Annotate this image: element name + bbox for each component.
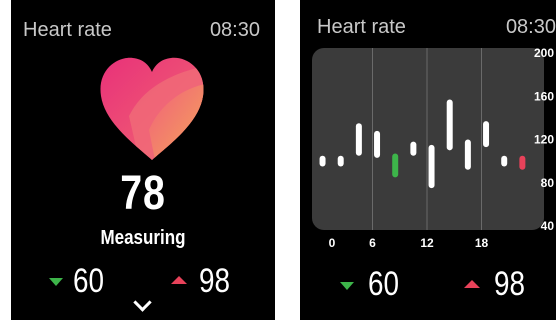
- range-bar: [446, 99, 453, 151]
- y-tick-label: 120: [534, 133, 554, 147]
- history-screen: Heart rate 08:30 200 160 120 80 40 0 6 12 18 60 …: [300, 0, 556, 320]
- y-tick-label: 200: [534, 46, 554, 60]
- range-bar: [374, 130, 381, 158]
- y-tick-label: 80: [541, 176, 555, 190]
- range-bar: [483, 121, 490, 148]
- heart-rate-value: 78: [120, 167, 166, 220]
- triangle-up-icon: [464, 280, 480, 288]
- heart-rate-chart: 200 160 120 80 40 0 6 12 18: [319, 46, 555, 250]
- range-bar: [501, 155, 508, 167]
- y-tick-label: 40: [541, 219, 555, 233]
- min-heart-rate: 60: [73, 262, 105, 300]
- clock-time: 08:30: [209, 19, 260, 41]
- min-heart-rate: 60: [368, 265, 400, 303]
- range-bar: [410, 141, 417, 156]
- y-tick-label: 160: [534, 89, 554, 103]
- triangle-down-icon: [340, 282, 354, 290]
- range-bar: [319, 155, 326, 167]
- measuring-status: Measuring: [100, 227, 186, 249]
- range-bar: [355, 123, 362, 156]
- range-bar: [464, 139, 471, 170]
- heart-icon: [100, 57, 204, 160]
- x-tick-label: 0: [329, 236, 336, 250]
- triangle-up-icon: [171, 276, 187, 284]
- max-heart-rate: 98: [494, 265, 526, 303]
- range-bar: [428, 144, 435, 189]
- triangle-down-icon: [49, 278, 63, 286]
- screen-title: Heart rate: [23, 19, 112, 41]
- measuring-screen: Heart rate 08:30 78 Measuring 60 98: [11, 0, 275, 320]
- range-bar: [392, 153, 399, 178]
- x-tick-label: 6: [369, 236, 376, 250]
- range-bar: [519, 155, 526, 170]
- chevron-down-icon[interactable]: [133, 293, 152, 312]
- x-tick-label: 18: [475, 236, 489, 250]
- max-heart-rate: 98: [199, 262, 231, 300]
- x-tick-label: 12: [420, 236, 434, 250]
- range-bar: [337, 155, 344, 167]
